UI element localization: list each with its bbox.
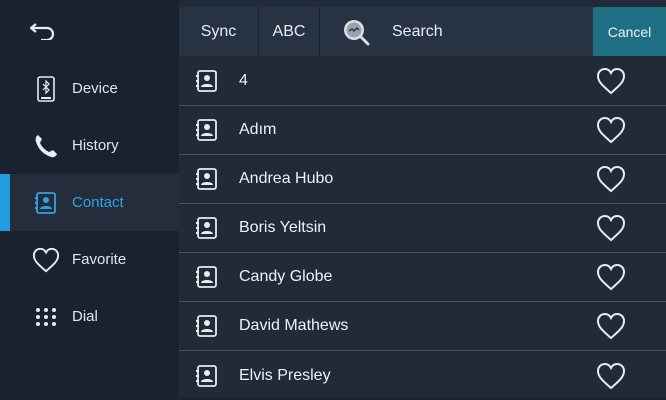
sync-button[interactable]: Sync: [179, 7, 259, 56]
bluetooth-phone-icon: [32, 75, 60, 103]
contact-name: Adım: [239, 121, 277, 138]
active-indicator: [0, 174, 10, 231]
search-label: Search: [392, 22, 443, 40]
sidebar-item-contact[interactable]: Contact: [0, 174, 179, 231]
search-icon: [344, 19, 370, 45]
sidebar-item-label: History: [72, 137, 119, 154]
back-arrow-icon: [30, 23, 55, 40]
list-item[interactable]: Boris Yeltsin: [179, 204, 666, 253]
cancel-button[interactable]: Cancel: [593, 7, 666, 56]
contact-card-icon: [196, 217, 217, 239]
contact-card-icon: [196, 364, 217, 387]
contact-name: Boris Yeltsin: [239, 219, 327, 236]
contact-name: 4: [239, 72, 248, 89]
back-button[interactable]: [0, 0, 179, 60]
dialpad-icon: [32, 303, 60, 331]
list-item[interactable]: Elvis Presley: [179, 351, 666, 400]
list-item[interactable]: Adım: [179, 106, 666, 155]
sidebar-item-label: Favorite: [72, 251, 127, 268]
contact-card-icon: [196, 168, 217, 190]
sidebar-item-label: Contact: [72, 194, 124, 211]
favorite-heart-icon[interactable]: [596, 263, 626, 291]
contact-card-icon: [196, 119, 217, 141]
favorite-heart-icon[interactable]: [596, 214, 626, 242]
list-item[interactable]: Candy Globe: [179, 253, 666, 302]
contact-name: Andrea Hubo: [239, 170, 334, 187]
list-item[interactable]: David Mathews: [179, 302, 666, 351]
favorite-heart-icon[interactable]: [596, 67, 626, 95]
sidebar-item-dial[interactable]: Dial: [0, 288, 179, 345]
sidebar-item-favorite[interactable]: Favorite: [0, 231, 179, 288]
contact-book-icon: [32, 189, 60, 217]
contact-card-icon: [196, 315, 217, 337]
heart-icon: [32, 246, 60, 274]
sidebar-item-history[interactable]: History: [0, 117, 179, 174]
contact-panel: Sync ABC Search Cancel 4 Adım Andrea Hub…: [179, 0, 666, 397]
sidebar-item-device[interactable]: Device: [0, 60, 179, 117]
favorite-heart-icon[interactable]: [596, 362, 626, 390]
contact-card-icon: [196, 70, 217, 92]
favorite-heart-icon[interactable]: [596, 312, 626, 340]
contact-name: Elvis Presley: [239, 366, 331, 384]
phone-handset-icon: [32, 132, 60, 160]
contact-name: Candy Globe: [239, 268, 333, 285]
favorite-heart-icon[interactable]: [596, 165, 626, 193]
sidebar-item-label: Device: [72, 80, 118, 97]
list-item[interactable]: Andrea Hubo: [179, 155, 666, 204]
sidebar-item-label: Dial: [72, 308, 98, 325]
sidebar: Device History Contact Favorite Dial: [0, 0, 179, 397]
toolbar: Sync ABC Search Cancel: [179, 7, 666, 56]
contact-card-icon: [196, 266, 217, 288]
search-field[interactable]: Search: [320, 7, 593, 56]
list-item[interactable]: 4: [179, 57, 666, 106]
contact-list: 4 Adım Andrea Hubo Boris Yeltsin Candy G…: [179, 57, 666, 400]
contact-name: David Mathews: [239, 317, 349, 334]
abc-sort-button[interactable]: ABC: [259, 7, 320, 56]
favorite-heart-icon[interactable]: [596, 116, 626, 144]
